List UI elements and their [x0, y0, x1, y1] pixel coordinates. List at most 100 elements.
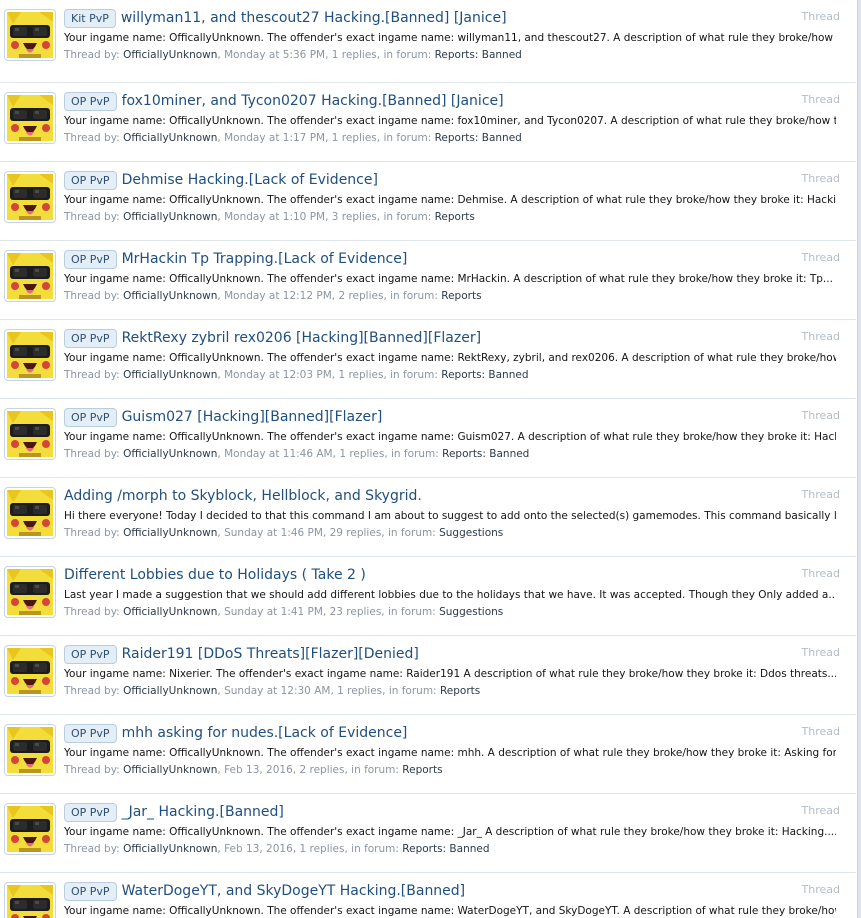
pikachu-sunglasses-avatar-icon: [7, 806, 53, 852]
search-result-item: OP PvP Raider191 [DDoS Threats][Flazer][D…: [0, 636, 856, 715]
avatar[interactable]: [4, 92, 56, 144]
post-date: Feb 13, 2016: [224, 764, 293, 776]
avatar[interactable]: [4, 724, 56, 776]
author-link[interactable]: OfficiallyUnknown: [123, 527, 217, 539]
avatar[interactable]: [4, 487, 56, 539]
result-title-link[interactable]: fox10miner, and Tycon0207 Hacking.[Banne…: [122, 92, 504, 110]
prefix-badge[interactable]: OP PvP: [64, 170, 117, 190]
author-link[interactable]: OfficiallyUnknown: [123, 290, 217, 302]
result-title-link[interactable]: Guism027 [Hacking][Banned][Flazer]: [122, 408, 383, 426]
avatar[interactable]: [4, 171, 56, 223]
search-result-item: Different Lobbies due to Holidays ( Take…: [0, 557, 856, 636]
pikachu-sunglasses-avatar-icon: [7, 332, 53, 378]
forum-link[interactable]: Reports: Banned: [435, 132, 522, 144]
result-snippet: Your ingame name: OfficallyUnknown. The …: [64, 32, 836, 44]
result-title-link[interactable]: RektRexy zybril rex0206 [Hacking][Banned…: [122, 329, 481, 347]
result-title-link[interactable]: Adding /morph to Skyblock, Hellblock, an…: [64, 487, 422, 505]
author-link[interactable]: OfficiallyUnknown: [123, 764, 217, 776]
forum-link[interactable]: Suggestions: [439, 527, 503, 539]
prefix-badge[interactable]: OP PvP: [64, 91, 117, 111]
reply-count: 3 replies: [331, 211, 377, 223]
post-date: Sunday at 12:30 AM: [224, 685, 331, 697]
forum-link[interactable]: Reports: Banned: [442, 448, 529, 460]
pikachu-sunglasses-avatar-icon: [7, 885, 53, 918]
avatar[interactable]: [4, 645, 56, 697]
prefix-badge[interactable]: OP PvP: [64, 249, 117, 269]
result-snippet: Your ingame name: OfficallyUnknown. The …: [64, 905, 836, 917]
result-meta: Thread by: OfficiallyUnknown, Monday at …: [64, 131, 836, 145]
author-link[interactable]: OfficiallyUnknown: [123, 448, 217, 460]
reply-count: 1 replies: [338, 369, 384, 381]
result-title-link[interactable]: mhh asking for nudes.[Lack of Evidence]: [122, 724, 408, 742]
prefix-badge[interactable]: OP PvP: [64, 881, 117, 901]
avatar[interactable]: [4, 408, 56, 460]
content-type-label: Thread: [801, 488, 840, 501]
thread-by-label: Thread by:: [64, 49, 120, 61]
author-link[interactable]: OfficiallyUnknown: [123, 685, 217, 697]
content-type-label: Thread: [801, 725, 840, 738]
result-title-link[interactable]: willyman11, and thescout27 Hacking.[Bann…: [121, 9, 507, 27]
search-result-item: Adding /morph to Skyblock, Hellblock, an…: [0, 478, 856, 557]
author-link[interactable]: OfficiallyUnknown: [123, 606, 217, 618]
prefix-badge[interactable]: OP PvP: [64, 328, 117, 348]
search-result-item: OP PvP MrHackin Tp Trapping.[Lack of Evid…: [0, 241, 856, 320]
in-forum-label: in forum:: [391, 448, 439, 460]
content-type-label: Thread: [801, 567, 840, 580]
prefix-badge[interactable]: Kit PvP: [64, 8, 116, 28]
post-date: Monday at 12:03 PM: [224, 369, 332, 381]
result-snippet: Your ingame name: OfficallyUnknown. The …: [64, 273, 833, 285]
thread-by-label: Thread by:: [64, 369, 120, 381]
avatar[interactable]: [4, 9, 56, 61]
avatar[interactable]: [4, 882, 56, 918]
author-link[interactable]: OfficiallyUnknown: [123, 49, 217, 61]
result-snippet: Your ingame name: OfficallyUnknown. The …: [64, 352, 836, 364]
author-link[interactable]: OfficiallyUnknown: [123, 369, 217, 381]
avatar[interactable]: [4, 566, 56, 618]
in-forum-label: in forum:: [351, 843, 399, 855]
forum-link[interactable]: Reports: [441, 290, 481, 302]
prefix-badge[interactable]: OP PvP: [64, 407, 117, 427]
forum-link[interactable]: Reports: Banned: [441, 369, 528, 381]
forum-link[interactable]: Reports: Banned: [435, 49, 522, 61]
separator: ,: [381, 606, 388, 618]
avatar[interactable]: [4, 803, 56, 855]
forum-link[interactable]: Reports: Banned: [402, 843, 489, 855]
result-title-row: OP PvP Guism027 [Hacking][Banned][Flazer]: [64, 407, 764, 427]
result-title-link[interactable]: _Jar_ Hacking.[Banned]: [122, 803, 284, 821]
forum-link[interactable]: Suggestions: [439, 606, 503, 618]
result-snippet: Your ingame name: OfficallyUnknown. The …: [64, 747, 836, 759]
content-type-label: Thread: [801, 172, 840, 185]
pikachu-sunglasses-avatar-icon: [7, 411, 53, 457]
search-result-item: OP PvP Dehmise Hacking.[Lack of Evidence]…: [0, 162, 856, 241]
result-title-row: OP PvP MrHackin Tp Trapping.[Lack of Evid…: [64, 249, 764, 269]
forum-link[interactable]: Reports: [440, 685, 480, 697]
search-result-item: OP PvP WaterDogeYT, and SkyDogeYT Hacking…: [0, 873, 856, 918]
pikachu-sunglasses-avatar-icon: [7, 569, 53, 615]
result-title-link[interactable]: Different Lobbies due to Holidays ( Take…: [64, 566, 366, 584]
prefix-badge[interactable]: OP PvP: [64, 723, 117, 743]
forum-link[interactable]: Reports: [402, 764, 442, 776]
scrollbar-track[interactable]: [857, 0, 861, 918]
content-type-label: Thread: [801, 883, 840, 896]
avatar[interactable]: [4, 329, 56, 381]
result-title-link[interactable]: MrHackin Tp Trapping.[Lack of Evidence]: [122, 250, 408, 268]
result-title-link[interactable]: Dehmise Hacking.[Lack of Evidence]: [122, 171, 378, 189]
post-date: Monday at 12:12 PM: [224, 290, 332, 302]
prefix-badge[interactable]: OP PvP: [64, 644, 117, 664]
prefix-badge[interactable]: OP PvP: [64, 802, 117, 822]
result-title-row: Kit PvP willyman11, and thescout27 Hackin…: [64, 8, 764, 28]
thread-by-label: Thread by:: [64, 527, 120, 539]
separator: ,: [322, 606, 330, 618]
avatar[interactable]: [4, 250, 56, 302]
forum-link[interactable]: Reports: [435, 211, 475, 223]
result-meta: Thread by: OfficiallyUnknown, Sunday at …: [64, 526, 836, 540]
author-link[interactable]: OfficiallyUnknown: [123, 843, 217, 855]
pikachu-sunglasses-avatar-icon: [7, 174, 53, 220]
author-link[interactable]: OfficiallyUnknown: [123, 211, 217, 223]
search-result-item: OP PvP _Jar_ Hacking.[Banned] Thread Your i…: [0, 794, 856, 873]
pikachu-sunglasses-avatar-icon: [7, 253, 53, 299]
author-link[interactable]: OfficiallyUnknown: [123, 132, 217, 144]
result-title-link[interactable]: WaterDogeYT, and SkyDogeYT Hacking.[Bann…: [122, 882, 466, 900]
result-title-link[interactable]: Raider191 [DDoS Threats][Flazer][Denied]: [122, 645, 419, 663]
reply-count: 2 replies: [299, 764, 345, 776]
